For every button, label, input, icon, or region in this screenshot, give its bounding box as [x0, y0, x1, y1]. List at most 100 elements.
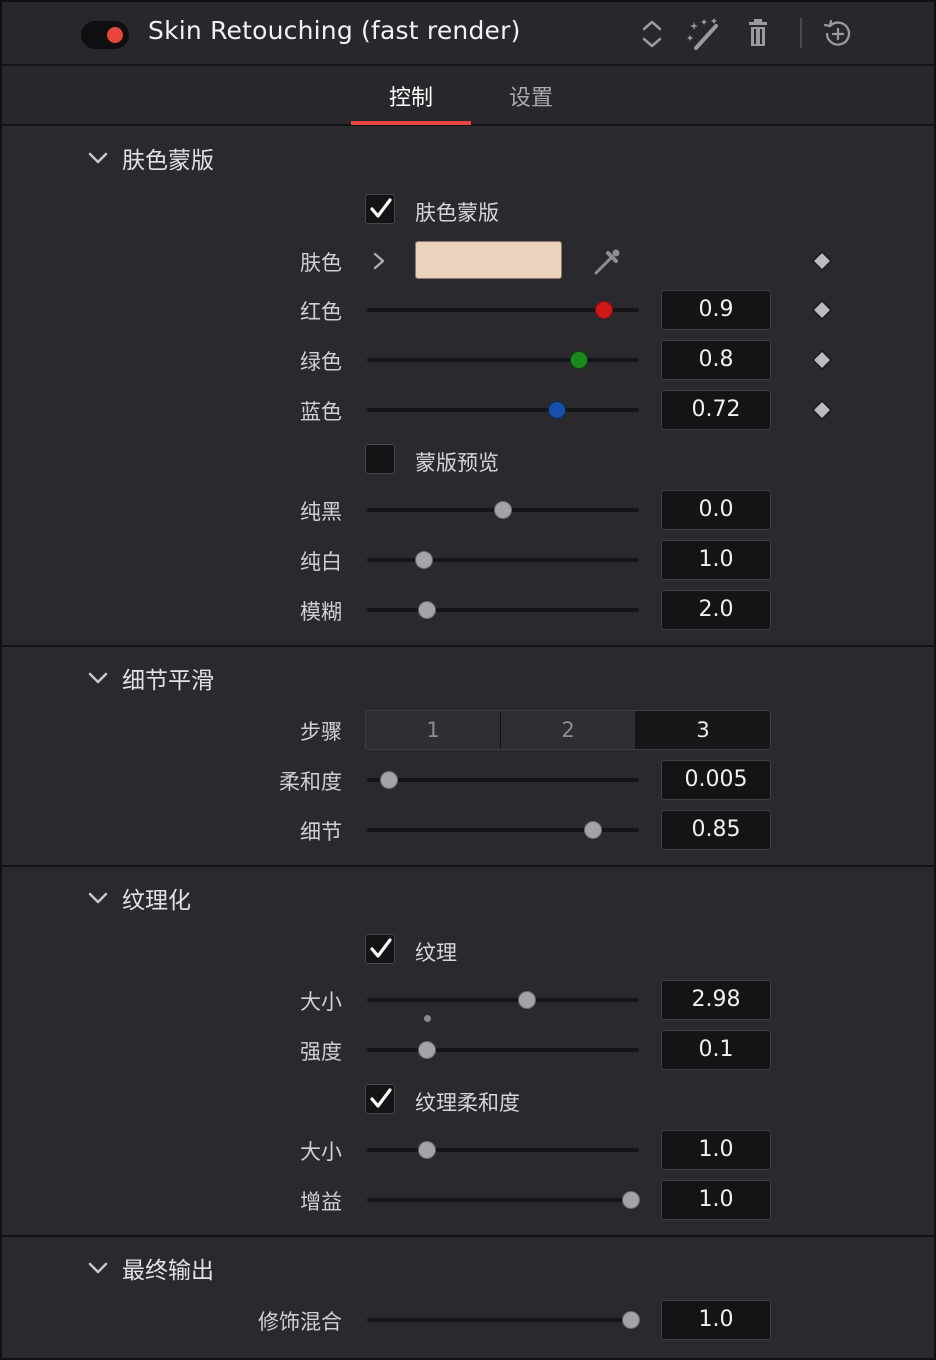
green-row: 绿色 0.8 — [2, 340, 934, 380]
section-header-final-output[interactable]: 最终输出 — [84, 1248, 214, 1288]
section-title: 最终输出 — [122, 1258, 214, 1284]
keyframe-diamond-icon[interactable] — [812, 350, 832, 370]
skin-mask-checkbox-label: 肤色蒙版 — [415, 201, 499, 225]
steps-segmented-control: 1 2 3 — [365, 710, 771, 750]
skin-color-label: 肤色 — [300, 251, 342, 275]
soft-size-row: 大小 1.0 — [2, 1130, 934, 1170]
tab-settings[interactable]: 设置 — [471, 80, 591, 112]
black-value[interactable]: 0.0 — [661, 490, 771, 530]
expand-collapse-icon[interactable] — [634, 16, 670, 52]
mask-preview-row: 蒙版预览 — [2, 441, 934, 481]
gain-slider-knob[interactable] — [621, 1191, 640, 1209]
checkmark-icon — [370, 938, 392, 958]
green-label: 绿色 — [300, 350, 342, 374]
texture-softness-checkbox-label: 纹理柔和度 — [415, 1091, 520, 1115]
detail-slider-knob[interactable] — [583, 821, 602, 839]
chevron-down-icon — [88, 1262, 108, 1274]
magic-wand-icon[interactable] — [686, 16, 722, 52]
black-slider-knob[interactable] — [494, 501, 512, 519]
blur-label: 模糊 — [300, 600, 342, 624]
texture-strength-label: 强度 — [300, 1040, 342, 1064]
blur-row: 模糊 2.0 — [2, 590, 934, 630]
red-label: 红色 — [300, 300, 342, 324]
section-divider — [2, 1235, 934, 1237]
white-value[interactable]: 1.0 — [661, 540, 771, 580]
red-slider-knob[interactable] — [594, 301, 613, 319]
texture-softness-checkbox[interactable] — [365, 1084, 395, 1114]
blue-slider[interactable] — [367, 401, 639, 419]
green-slider[interactable] — [367, 351, 639, 369]
section-header-detail-smoothing[interactable]: 细节平滑 — [84, 658, 214, 698]
reset-icon[interactable] — [820, 16, 856, 52]
steps-option-3[interactable]: 3 — [636, 711, 770, 749]
keyframe-diamond-icon[interactable] — [812, 251, 832, 271]
gain-slider[interactable] — [367, 1191, 640, 1209]
texture-size-value[interactable]: 2.98 — [661, 980, 771, 1020]
soft-size-slider-knob[interactable] — [417, 1141, 436, 1159]
skin-color-row: 肤色 — [2, 241, 934, 281]
blend-value[interactable]: 1.0 — [661, 1300, 771, 1340]
blur-slider-knob[interactable] — [417, 601, 436, 619]
blend-label: 修饰混合 — [258, 1310, 342, 1334]
texture-size-label: 大小 — [300, 990, 342, 1014]
skin-color-swatch[interactable] — [415, 241, 562, 279]
blend-slider-knob[interactable] — [621, 1311, 640, 1329]
toggle-dot — [107, 27, 123, 43]
tab-controls[interactable]: 控制 — [351, 80, 471, 112]
texture-strength-slider[interactable] — [367, 1041, 639, 1059]
keyframe-diamond-icon[interactable] — [812, 300, 832, 320]
white-slider[interactable] — [367, 551, 639, 569]
green-slider-knob[interactable] — [570, 351, 589, 369]
texture-strength-slider-knob[interactable] — [417, 1041, 436, 1059]
gain-row: 增益 1.0 — [2, 1180, 934, 1220]
softness-slider-knob[interactable] — [379, 771, 398, 789]
eyedropper-icon[interactable] — [590, 245, 624, 279]
steps-row: 步骤 1 2 3 — [2, 710, 934, 750]
detail-row: 细节 0.85 — [2, 810, 934, 850]
mask-preview-label: 蒙版预览 — [415, 451, 499, 475]
blend-slider[interactable] — [367, 1311, 640, 1329]
texture-strength-row: 强度 0.1 — [2, 1030, 934, 1070]
detail-slider[interactable] — [367, 821, 639, 839]
steps-option-1[interactable]: 1 — [366, 711, 501, 749]
blue-value[interactable]: 0.72 — [661, 390, 771, 430]
soft-size-value[interactable]: 1.0 — [661, 1130, 771, 1170]
chevron-down-icon — [88, 672, 108, 684]
softness-slider[interactable] — [367, 771, 639, 789]
steps-label: 步骤 — [300, 720, 342, 744]
skin-mask-checkbox[interactable] — [365, 194, 395, 224]
black-slider[interactable] — [367, 501, 639, 519]
texture-checkbox[interactable] — [365, 934, 395, 964]
softness-value[interactable]: 0.005 — [661, 760, 771, 800]
effect-enable-toggle[interactable] — [81, 21, 129, 49]
texture-softness-enable-row: 纹理柔和度 — [2, 1081, 934, 1121]
section-header-texturize[interactable]: 纹理化 — [84, 878, 191, 918]
red-value[interactable]: 0.9 — [661, 290, 771, 330]
green-value[interactable]: 0.8 — [661, 340, 771, 380]
texture-size-slider-knob[interactable] — [518, 991, 537, 1009]
white-row: 纯白 1.0 — [2, 540, 934, 580]
mask-preview-checkbox[interactable] — [365, 444, 395, 474]
blur-value[interactable]: 2.0 — [661, 590, 771, 630]
detail-label: 细节 — [300, 820, 342, 844]
trash-icon[interactable] — [740, 16, 776, 52]
blue-slider-knob[interactable] — [548, 401, 567, 419]
gain-value[interactable]: 1.0 — [661, 1180, 771, 1220]
softness-row: 柔和度 0.005 — [2, 760, 934, 800]
chevron-down-icon — [88, 892, 108, 904]
section-header-skin-mask[interactable]: 肤色蒙版 — [84, 138, 214, 178]
texture-strength-value[interactable]: 0.1 — [661, 1030, 771, 1070]
soft-size-slider[interactable] — [367, 1141, 639, 1159]
red-slider[interactable] — [367, 301, 639, 319]
inspector-panel: Skin Retouching (fast render) 控制 设置 肤色蒙版… — [0, 0, 936, 1360]
white-slider-knob[interactable] — [415, 551, 434, 569]
section-title: 纹理化 — [122, 888, 191, 914]
blur-slider[interactable] — [367, 601, 639, 619]
white-label: 纯白 — [300, 550, 342, 574]
chevron-right-icon[interactable] — [368, 250, 390, 272]
keyframe-diamond-icon[interactable] — [812, 400, 832, 420]
chevron-down-icon — [88, 152, 108, 164]
texture-size-slider[interactable] — [367, 991, 639, 1009]
steps-option-2[interactable]: 2 — [501, 711, 636, 749]
detail-value[interactable]: 0.85 — [661, 810, 771, 850]
